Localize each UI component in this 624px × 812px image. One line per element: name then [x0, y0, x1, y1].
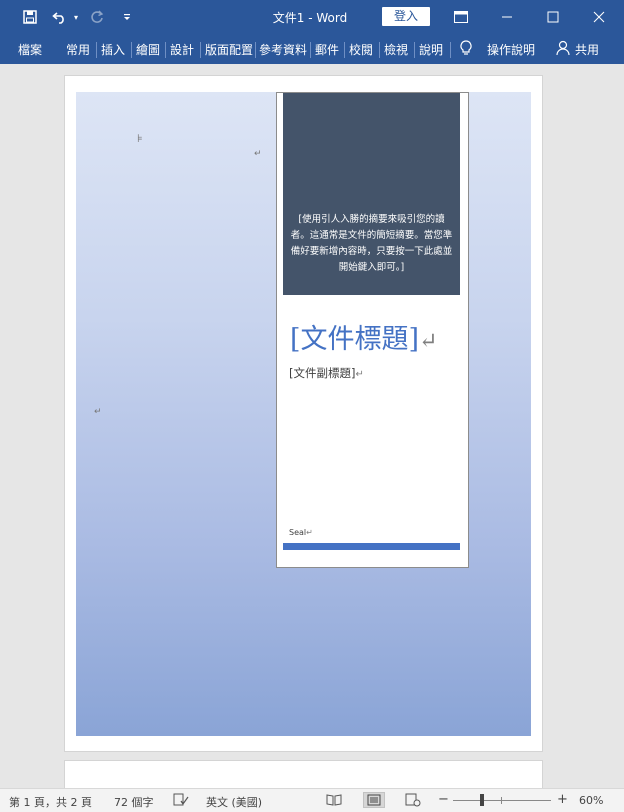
tab-layout[interactable]: 版面配置 [205, 41, 253, 58]
tab-separator [379, 42, 380, 58]
tab-review[interactable]: 校閱 [349, 41, 373, 58]
tab-home[interactable]: 常用 [66, 41, 90, 58]
ribbon-tab-bar: 檔案 常用 插入 繪圖 設計 版面配置 參考資料 郵件 校閱 檢視 說明 操作說… [0, 34, 624, 64]
word-count[interactable]: 72 個字 [114, 794, 154, 810]
status-bar: 第 1 頁，共 2 頁 72 個字 英文 (美國) − + 60% [0, 788, 624, 812]
cover-sidebar-card[interactable]: [使用引人入勝的摘要來吸引您的讀者。這通常是文件的簡短摘要。當您準備好要新增內容… [276, 92, 469, 568]
anchor-mark: ⊧ [137, 132, 143, 145]
save-icon[interactable] [19, 6, 41, 28]
zoom-slider-thumb[interactable] [480, 794, 484, 806]
author-name: Seal [289, 528, 307, 537]
tab-separator [414, 42, 415, 58]
tab-file[interactable]: 檔案 [18, 41, 42, 58]
tab-separator [131, 42, 132, 58]
paragraph-mark: ↵ [306, 528, 313, 537]
subtitle-placeholder-text: [文件副標題] [289, 366, 356, 380]
paragraph-mark: ↵ [419, 329, 438, 354]
abstract-placeholder[interactable]: [使用引人入勝的摘要來吸引您的讀者。這通常是文件的簡短摘要。當您準備好要新增內容… [283, 93, 460, 295]
zoom-level[interactable]: 60% [579, 794, 603, 807]
zoom-out-button[interactable]: − [438, 792, 449, 807]
tell-me-search[interactable]: 操作說明 [487, 41, 535, 58]
person-icon[interactable] [556, 40, 570, 59]
document-title: 文件1 - Word [272, 11, 348, 25]
title-placeholder[interactable]: [文件標題]↵ [290, 317, 438, 356]
tab-view[interactable]: 檢視 [384, 41, 408, 58]
share-button[interactable]: 共用 [575, 41, 599, 58]
accent-bar [283, 543, 460, 550]
tab-mailings[interactable]: 郵件 [315, 41, 339, 58]
subtitle-placeholder[interactable]: [文件副標題]↵ [289, 365, 364, 381]
tab-separator [96, 42, 97, 58]
author-field[interactable]: Seal↵ [289, 528, 313, 537]
abstract-text: [使用引人入勝的摘要來吸引您的讀者。這通常是文件的簡短摘要。當您準備好要新增內容… [290, 214, 453, 273]
title-placeholder-text: [文件標題] [290, 324, 420, 355]
zoom-slider[interactable] [453, 800, 551, 801]
undo-dropdown-icon[interactable]: ▾ [65, 6, 87, 28]
tab-insert[interactable]: 插入 [101, 41, 125, 58]
close-icon[interactable] [576, 0, 622, 34]
tab-separator [344, 42, 345, 58]
zoom-center-mark [501, 797, 502, 804]
tab-separator [450, 42, 451, 58]
redo-icon[interactable] [86, 6, 108, 28]
tab-separator [165, 42, 166, 58]
paragraph-mark: ↵ [355, 369, 364, 380]
customize-qat-icon[interactable] [116, 6, 138, 28]
title-bar: ▾ 文件1 - Word 登入 [0, 0, 624, 34]
web-layout-icon[interactable] [404, 792, 422, 808]
minimize-icon[interactable] [484, 0, 530, 34]
page-2[interactable] [64, 760, 543, 788]
ribbon-display-icon[interactable] [438, 0, 484, 34]
tab-draw[interactable]: 繪圖 [136, 41, 160, 58]
tab-separator [255, 42, 256, 58]
signin-button[interactable]: 登入 [382, 7, 430, 26]
tab-design[interactable]: 設計 [170, 41, 194, 58]
tab-separator [200, 42, 201, 58]
tab-references[interactable]: 參考資料 [259, 41, 307, 58]
lightbulb-icon[interactable] [460, 40, 472, 59]
read-mode-icon[interactable] [325, 792, 343, 808]
print-layout-icon[interactable] [363, 792, 385, 808]
paragraph-mark: ↵ [254, 149, 262, 159]
tab-separator [310, 42, 311, 58]
tab-help[interactable]: 說明 [419, 41, 443, 58]
page-1[interactable]: ⊧ ↵ ↵ [使用引人入勝的摘要來吸引您的讀者。這通常是文件的簡短摘要。當您準備… [64, 75, 543, 752]
paragraph-mark: ↵ [94, 407, 102, 417]
document-canvas[interactable]: ⊧ ↵ ↵ [使用引人入勝的摘要來吸引您的讀者。這通常是文件的簡短摘要。當您準備… [0, 64, 624, 788]
proofing-icon[interactable] [172, 792, 190, 808]
page-count[interactable]: 第 1 頁，共 2 頁 [9, 794, 92, 810]
zoom-in-button[interactable]: + [557, 792, 568, 807]
maximize-icon[interactable] [530, 0, 576, 34]
language-indicator[interactable]: 英文 (美國) [206, 794, 262, 810]
